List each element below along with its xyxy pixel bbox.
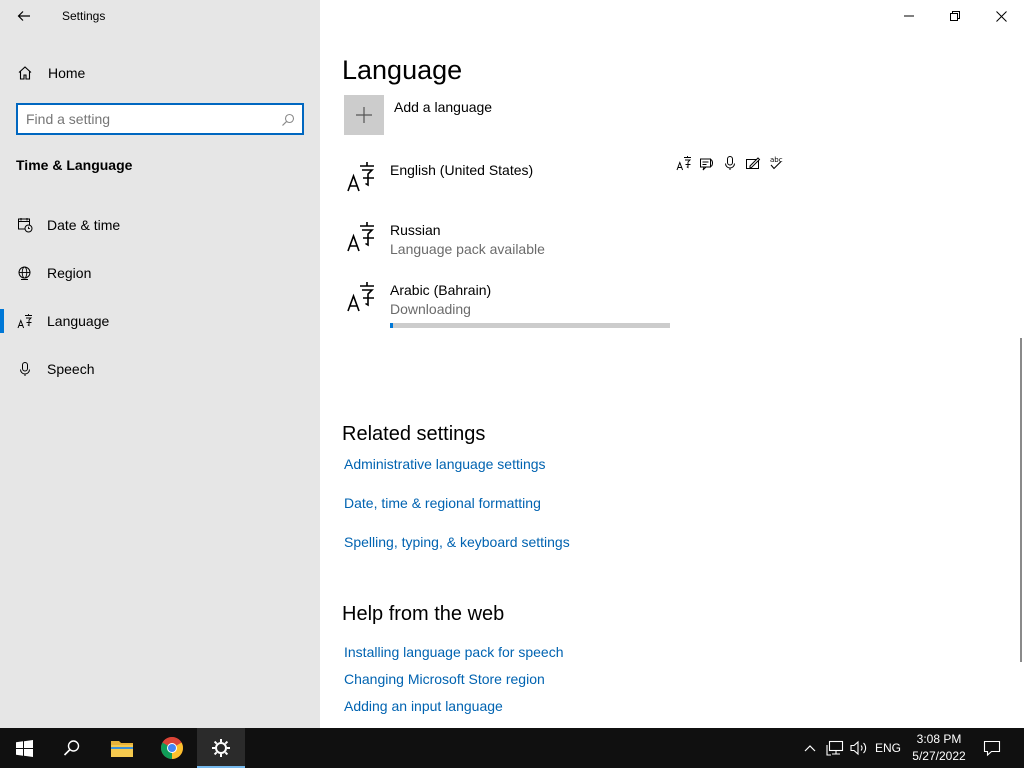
chrome-button[interactable] (148, 728, 196, 768)
sidebar-item-label: Region (47, 265, 92, 281)
language-status: Language pack available (390, 241, 545, 257)
related-settings-heading: Related settings (342, 423, 486, 445)
language-icon (16, 312, 34, 330)
svg-text:abc: abc (770, 156, 783, 164)
settings-window: Settings Home Time & Language (0, 0, 1024, 728)
file-explorer-button[interactable] (98, 728, 146, 768)
restore-icon (950, 11, 960, 21)
back-button[interactable] (8, 0, 40, 32)
taskbar: ENG 3:08 PM 5/27/2022 (0, 728, 1024, 768)
link-installing-language-pack[interactable]: Installing language pack for speech (344, 644, 563, 660)
language-name: English (United States) (390, 162, 534, 178)
sidebar-item-language[interactable]: Language (0, 301, 320, 341)
text-to-speech-icon (699, 155, 715, 171)
close-button[interactable] (978, 0, 1024, 32)
main-content: Language Add a language English (United … (320, 0, 1024, 728)
app-title: Settings (62, 9, 106, 23)
settings-taskbar-button[interactable] (197, 728, 245, 768)
language-glyph-icon (344, 278, 380, 314)
gear-icon (212, 739, 230, 757)
minimize-button[interactable] (886, 0, 932, 32)
action-center-button[interactable] (976, 728, 1008, 768)
speaker-icon (850, 740, 867, 756)
input-language-label: ENG (874, 741, 901, 755)
microphone-icon (16, 360, 34, 378)
sidebar-item-label: Language (47, 313, 110, 329)
sidebar-item-date-time[interactable]: Date & time (0, 205, 320, 245)
link-date-time-regional-formatting[interactable]: Date, time & regional formatting (344, 495, 541, 511)
language-name: Arabic (Bahrain) (390, 282, 492, 298)
close-icon (995, 10, 1007, 22)
english-feature-icons: abc (676, 155, 784, 171)
language-name: Russian (390, 222, 441, 238)
sidebar-item-speech[interactable]: Speech (0, 349, 320, 389)
add-language-button[interactable]: Add a language (344, 95, 644, 137)
nav-home[interactable]: Home (0, 57, 320, 89)
network-button[interactable] (824, 728, 846, 768)
clock[interactable]: 3:08 PM 5/27/2022 (906, 731, 972, 765)
sidebar: Settings Home Time & Language (0, 0, 320, 728)
download-progress-fill (390, 323, 393, 328)
link-changing-store-region[interactable]: Changing Microsoft Store region (344, 671, 545, 687)
language-glyph-icon (344, 158, 380, 194)
window-controls (886, 0, 1024, 32)
help-from-web-heading: Help from the web (342, 603, 505, 625)
search-icon[interactable] (280, 112, 296, 128)
volume-button[interactable] (848, 728, 870, 768)
restore-button[interactable] (932, 0, 978, 32)
search-button[interactable] (48, 728, 96, 768)
language-status: Downloading (390, 301, 471, 317)
search-box[interactable] (16, 103, 304, 135)
input-language-button[interactable]: ENG (872, 728, 904, 768)
language-glyph-icon (344, 218, 380, 254)
home-icon (16, 64, 34, 82)
chevron-up-icon (804, 745, 816, 752)
search-input[interactable] (26, 109, 271, 129)
network-icon (826, 740, 844, 756)
display-language-icon (676, 155, 692, 171)
clock-time: 3:08 PM (916, 732, 962, 746)
sidebar-item-label: Date & time (47, 217, 121, 233)
calendar-clock-icon (16, 216, 34, 234)
link-admin-language-settings[interactable]: Administrative language settings (344, 456, 546, 472)
windows-logo-icon (15, 739, 33, 757)
back-arrow-icon (17, 11, 30, 21)
sidebar-item-label: Speech (47, 361, 95, 377)
sidebar-item-region[interactable]: Region (0, 253, 320, 293)
spelling-icon: abc (768, 155, 784, 171)
handwriting-icon (745, 155, 761, 171)
page-title: Language (342, 55, 463, 85)
scrollbar[interactable] (1020, 338, 1022, 662)
show-hidden-icons-button[interactable] (800, 728, 820, 768)
minimize-icon (904, 15, 914, 17)
folder-icon (111, 741, 133, 757)
add-tile (344, 95, 384, 135)
language-item-russian[interactable]: Russian Language pack available (344, 218, 794, 274)
nav-home-label: Home (48, 65, 86, 81)
globe-icon (16, 264, 34, 282)
link-spelling-typing-keyboard[interactable]: Spelling, typing, & keyboard settings (344, 534, 570, 550)
download-progress-bar (390, 323, 670, 328)
link-adding-input-language[interactable]: Adding an input language (344, 698, 503, 714)
section-heading: Time & Language (16, 157, 133, 173)
start-button[interactable] (0, 728, 48, 768)
notification-icon (983, 740, 1001, 757)
search-icon (63, 740, 80, 756)
clock-date: 5/27/2022 (912, 749, 966, 763)
add-language-label: Add a language (394, 99, 493, 115)
chrome-icon (161, 737, 183, 759)
language-item-arabic[interactable]: Arabic (Bahrain) Downloading (344, 278, 794, 334)
plus-icon (356, 107, 372, 123)
speech-recognition-icon (722, 155, 738, 171)
